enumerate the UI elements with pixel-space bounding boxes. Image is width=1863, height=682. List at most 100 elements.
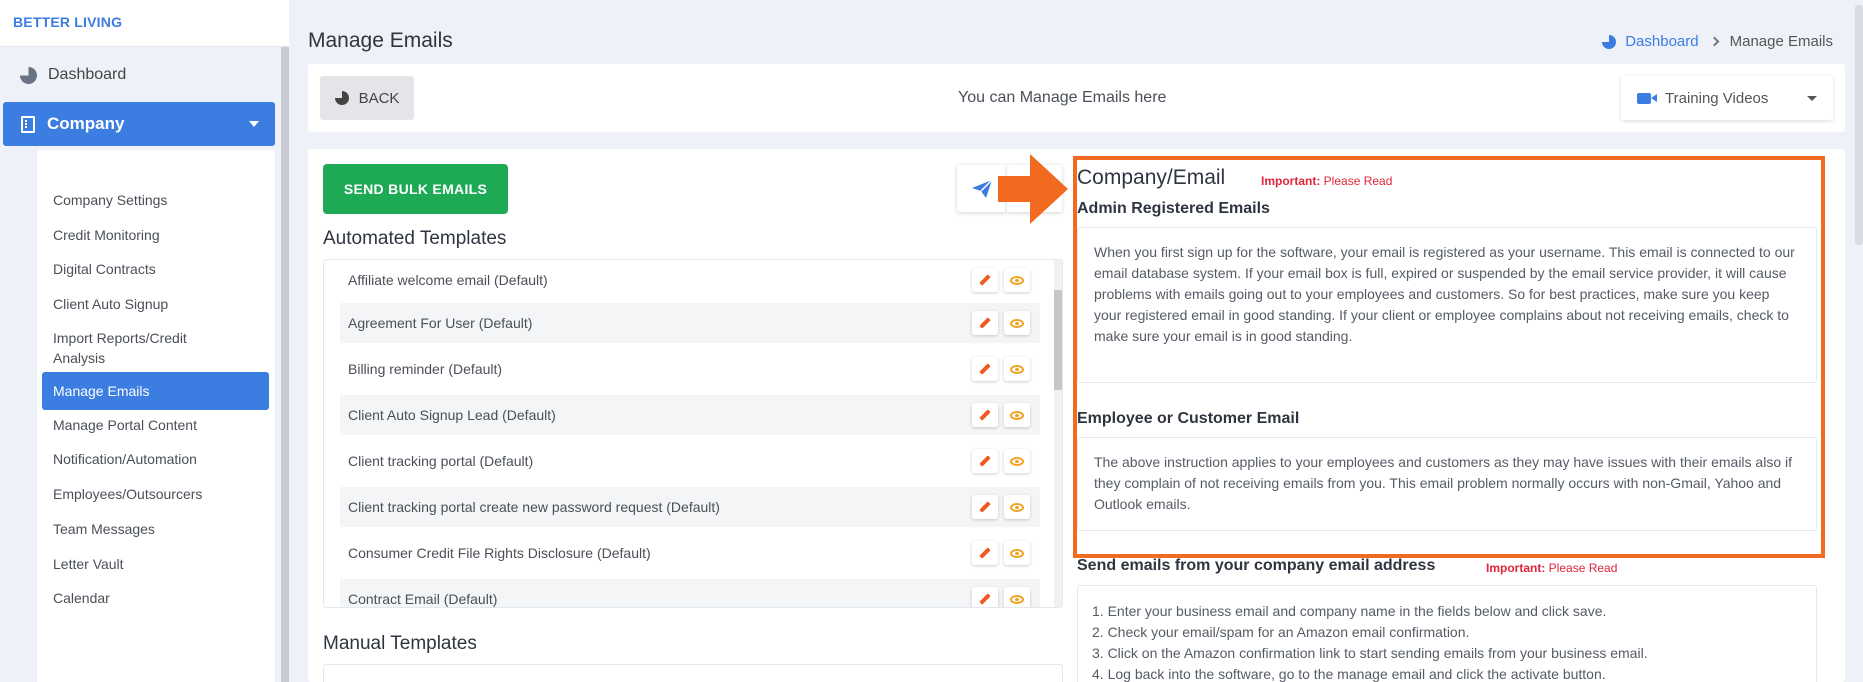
template-row[interactable]: Client tracking portal (Default) xyxy=(340,441,1040,481)
pencil-icon xyxy=(979,409,991,421)
important-label: Important: xyxy=(1486,561,1546,575)
send-bulk-emails-button[interactable]: SEND BULK EMAILS xyxy=(323,164,508,214)
view-button[interactable] xyxy=(1004,449,1030,473)
manual-templates-heading: Manual Templates xyxy=(323,633,477,654)
templates-scrollbar-thumb[interactable] xyxy=(1054,290,1062,390)
edit-button[interactable] xyxy=(972,449,998,473)
view-button[interactable] xyxy=(1004,495,1030,519)
pencil-icon xyxy=(979,317,991,329)
topbar-message: You can Manage Emails here xyxy=(958,89,1167,106)
template-name: Client tracking portal create new passwo… xyxy=(348,499,720,515)
template-row[interactable]: Consumer Credit File Rights Disclosure (… xyxy=(340,533,1040,573)
pie-chart-icon xyxy=(20,66,37,84)
eye-icon xyxy=(1010,594,1024,604)
company-email-title: Company/Email xyxy=(1077,166,1226,189)
sidebar-item-import-reports[interactable]: Import Reports/Credit Analysis xyxy=(37,328,275,368)
send-steps-box: 1. Enter your business email and company… xyxy=(1077,585,1817,682)
chevron-right-icon xyxy=(1709,36,1720,47)
training-videos-label: Training Videos xyxy=(1665,89,1769,107)
template-row[interactable]: Client Auto Signup Lead (Default) xyxy=(340,395,1040,435)
important-label: Important: xyxy=(1261,174,1321,188)
sidebar-item-team-messages[interactable]: Team Messages xyxy=(37,519,275,539)
eye-icon xyxy=(1010,275,1024,285)
template-row[interactable]: Contract Email (Default) xyxy=(340,579,1040,607)
view-button[interactable] xyxy=(1004,311,1030,335)
edit-button[interactable] xyxy=(972,541,998,565)
template-row[interactable]: Client tracking portal create new passwo… xyxy=(340,487,1040,527)
sidebar-item-company[interactable]: Company xyxy=(3,102,275,146)
sidebar-item-manage-emails[interactable]: Manage Emails xyxy=(42,372,269,410)
edit-button[interactable] xyxy=(972,587,998,607)
admin-registered-emails-heading: Admin Registered Emails xyxy=(1077,200,1270,217)
sidebar: BETTER LIVING Dashboard Company Company … xyxy=(0,0,289,682)
sidebar-item-label: Company xyxy=(47,114,125,133)
sidebar-item-label: Dashboard xyxy=(48,66,127,83)
edit-button[interactable] xyxy=(972,403,998,427)
sidebar-item-letter-vault[interactable]: Letter Vault xyxy=(37,554,275,574)
back-button-label: BACK xyxy=(358,89,400,107)
pencil-icon xyxy=(979,547,991,559)
orange-arrow-icon xyxy=(998,154,1068,224)
important-note: Important: Please Read xyxy=(1486,561,1617,575)
brand-logo[interactable]: BETTER LIVING xyxy=(0,0,289,47)
eye-icon xyxy=(1010,364,1024,374)
pencil-icon xyxy=(979,363,991,375)
manual-templates-list xyxy=(323,664,1063,682)
step-item: 3. Click on the Amazon confirmation link… xyxy=(1092,645,1648,661)
important-text: Please Read xyxy=(1548,561,1618,575)
template-row[interactable]: Billing reminder (Default) xyxy=(340,349,1040,389)
page-scrollbar-thumb[interactable] xyxy=(1855,5,1863,245)
topbar: BACK You can Manage Emails here Training… xyxy=(308,64,1845,132)
employee-info-box: The above instruction applies to your em… xyxy=(1077,437,1817,531)
edit-button[interactable] xyxy=(972,495,998,519)
edit-button[interactable] xyxy=(972,311,998,335)
important-text: Please Read xyxy=(1323,174,1393,188)
view-button[interactable] xyxy=(1004,268,1030,292)
view-button[interactable] xyxy=(1004,357,1030,381)
pencil-icon xyxy=(979,455,991,467)
sidebar-item-digital-contracts[interactable]: Digital Contracts xyxy=(37,259,275,279)
template-row[interactable]: Affiliate welcome email (Default) xyxy=(340,260,1040,300)
step-item: 4. Log back into the software, go to the… xyxy=(1092,666,1606,682)
eye-icon xyxy=(1010,456,1024,466)
edit-button[interactable] xyxy=(972,268,998,292)
step-item: 2. Check your email/spam for an Amazon e… xyxy=(1092,624,1470,640)
sidebar-item-dashboard[interactable]: Dashboard xyxy=(0,58,275,92)
sidebar-scrollbar[interactable] xyxy=(281,47,289,682)
sidebar-item-notification-automation[interactable]: Notification/Automation xyxy=(37,449,275,469)
automated-templates-heading: Automated Templates xyxy=(323,228,507,249)
eye-icon xyxy=(1010,318,1024,328)
pencil-icon xyxy=(979,501,991,513)
sidebar-item-credit-monitoring[interactable]: Credit Monitoring xyxy=(37,225,275,245)
important-note: Important: Please Read xyxy=(1261,174,1392,188)
pie-chart-icon xyxy=(334,91,349,105)
training-videos-dropdown[interactable]: Training Videos xyxy=(1621,76,1833,120)
building-icon xyxy=(21,115,35,133)
video-camera-icon xyxy=(1637,92,1657,104)
breadcrumb: Dashboard Manage Emails xyxy=(1602,33,1833,50)
pencil-icon xyxy=(979,593,991,605)
view-button[interactable] xyxy=(1004,541,1030,565)
template-name: Affiliate welcome email (Default) xyxy=(348,272,548,288)
admin-info-box: When you first sign up for the software,… xyxy=(1077,227,1817,383)
sidebar-item-employees-outsourcers[interactable]: Employees/Outsourcers xyxy=(37,484,275,504)
pencil-icon xyxy=(979,274,991,286)
automated-templates-list: Affiliate welcome email (Default) Agreem… xyxy=(323,259,1063,608)
sidebar-item-calendar[interactable]: Calendar xyxy=(37,588,275,608)
template-name: Billing reminder (Default) xyxy=(348,361,503,377)
sidebar-item-company-settings[interactable]: Company Settings xyxy=(37,190,275,210)
view-button[interactable] xyxy=(1004,403,1030,427)
sidebar-item-client-auto-signup[interactable]: Client Auto Signup xyxy=(37,294,275,314)
eye-icon xyxy=(1010,502,1024,512)
template-name: Agreement For User (Default) xyxy=(348,315,533,331)
view-button[interactable] xyxy=(1004,587,1030,607)
sidebar-item-manage-portal-content[interactable]: Manage Portal Content xyxy=(37,415,275,435)
template-name: Client Auto Signup Lead (Default) xyxy=(348,407,556,423)
eye-icon xyxy=(1010,410,1024,420)
template-row[interactable]: Agreement For User (Default) xyxy=(340,303,1040,343)
back-button[interactable]: BACK xyxy=(320,76,414,120)
breadcrumb-dashboard-link[interactable]: Dashboard xyxy=(1602,33,1699,50)
edit-button[interactable] xyxy=(972,357,998,381)
pie-chart-icon xyxy=(1602,34,1617,49)
eye-icon xyxy=(1010,548,1024,558)
